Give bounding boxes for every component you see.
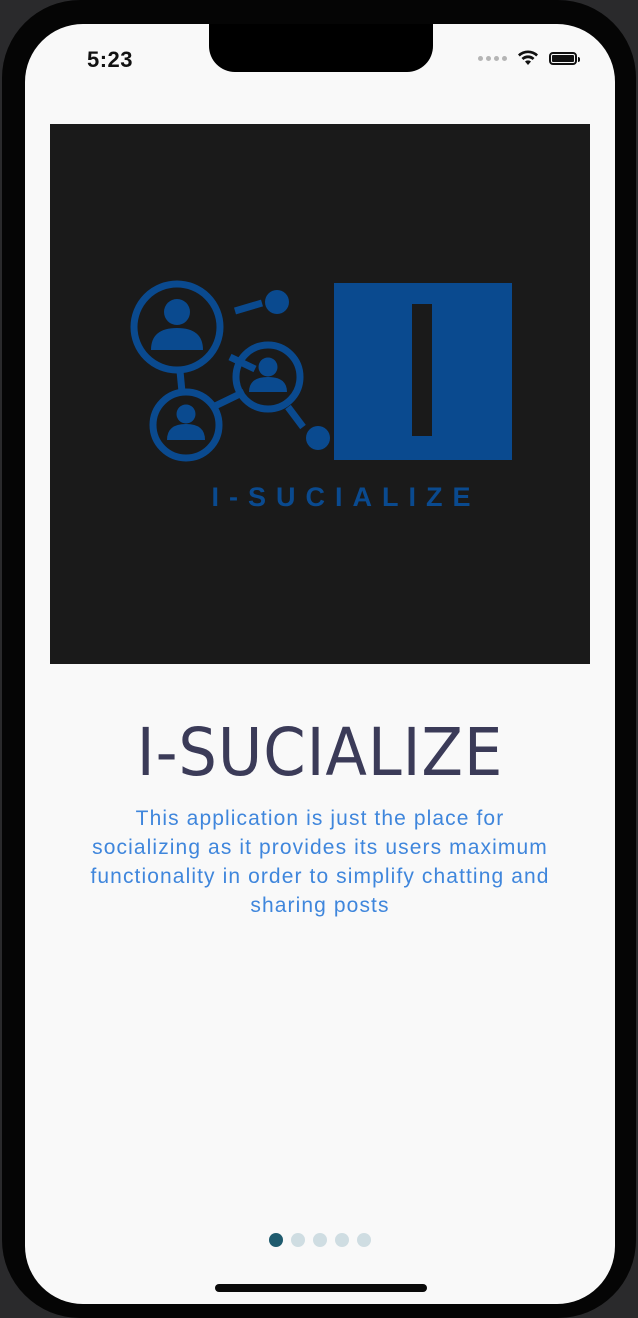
page-dot[interactable] bbox=[313, 1233, 327, 1247]
user-circle-icon bbox=[232, 341, 304, 413]
status-time: 5:23 bbox=[87, 47, 134, 72]
page-dot[interactable] bbox=[357, 1233, 371, 1247]
notch bbox=[209, 24, 433, 72]
logo-graphic: I-SUCIALIZE bbox=[130, 280, 512, 512]
onboarding-description: This application is just the place for s… bbox=[90, 807, 550, 917]
status-icons bbox=[478, 50, 580, 66]
logo-wordmark: I-SUCIALIZE bbox=[212, 482, 481, 512]
page-dot-active[interactable] bbox=[269, 1233, 283, 1247]
screen: 5:23 I-SUCIALIZE I-SUCIALIZE This applic… bbox=[25, 24, 615, 1304]
hero-logo-image: I-SUCIALIZE bbox=[50, 124, 590, 664]
network-node-icon bbox=[265, 290, 289, 314]
logo-letter-i bbox=[412, 304, 432, 436]
device-bezel: 5:23 I-SUCIALIZE I-SUCIALIZE This applic… bbox=[2, 0, 636, 1318]
onboarding-title: I-SUCIALIZE bbox=[136, 714, 504, 791]
page-indicator bbox=[25, 1233, 615, 1247]
device-frame: 5:23 I-SUCIALIZE I-SUCIALIZE This applic… bbox=[0, 0, 638, 1318]
user-circle-icon bbox=[149, 388, 223, 462]
network-node-icon bbox=[306, 426, 330, 450]
signal-icon bbox=[478, 55, 507, 61]
wifi-icon bbox=[518, 50, 538, 65]
user-circle-icon bbox=[130, 280, 224, 374]
home-indicator[interactable] bbox=[215, 1284, 427, 1292]
page-dot[interactable] bbox=[291, 1233, 305, 1247]
page-dot[interactable] bbox=[335, 1233, 349, 1247]
battery-icon bbox=[549, 51, 580, 65]
